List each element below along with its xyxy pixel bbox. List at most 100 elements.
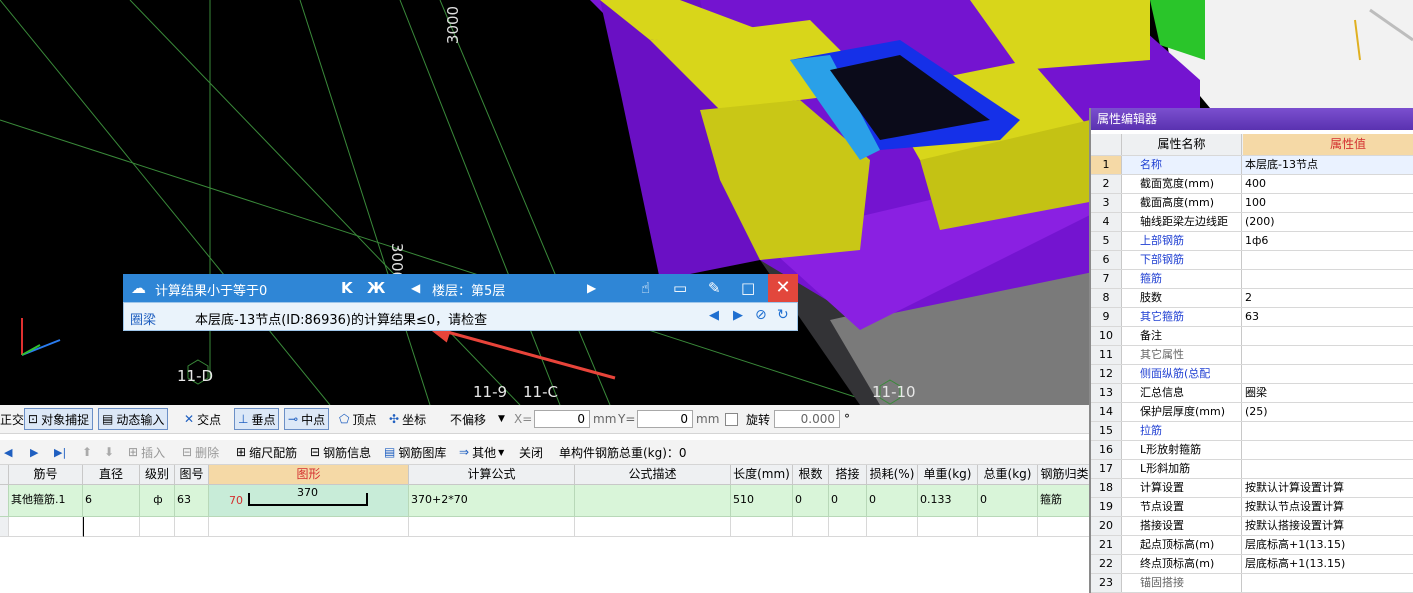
column-header[interactable]: 搭接 bbox=[829, 465, 867, 485]
property-value-header[interactable]: 属性值 bbox=[1243, 134, 1413, 155]
other-menu-button[interactable]: ⇒ 其他 ▼ bbox=[459, 440, 504, 464]
property-value[interactable] bbox=[1243, 422, 1413, 440]
vertex-button[interactable]: ⬠ 顶点 bbox=[339, 405, 376, 433]
property-value[interactable]: 1ф6 bbox=[1243, 232, 1413, 250]
dynamic-input-button[interactable]: ▤ 动态输入 bbox=[98, 405, 169, 433]
hand-icon[interactable]: ☝ bbox=[641, 278, 650, 298]
empty-cell[interactable] bbox=[978, 517, 1038, 537]
prev-floor-icon[interactable]: ◀ bbox=[411, 278, 420, 298]
cell-unit-weight[interactable]: 0.133 bbox=[918, 485, 978, 517]
first-record-icon[interactable]: ◀ bbox=[4, 440, 12, 464]
maximize-icon[interactable]: □ bbox=[741, 278, 755, 298]
calc-category[interactable]: 圈梁 bbox=[130, 309, 156, 328]
property-value[interactable] bbox=[1243, 251, 1413, 269]
property-row[interactable]: 1 名称 本层底-13节点 bbox=[1091, 156, 1413, 175]
property-row[interactable]: 16 L形放射箍筋 bbox=[1091, 441, 1413, 460]
delete-button[interactable]: ⊟ 删除 bbox=[182, 440, 219, 464]
midpoint-button[interactable]: ⊸ 中点 bbox=[284, 405, 330, 433]
next-record-icon[interactable]: ▶ bbox=[30, 440, 38, 464]
empty-cell[interactable] bbox=[867, 517, 918, 537]
column-header[interactable]: 钢筋归类 bbox=[1038, 465, 1092, 485]
x-input[interactable]: 0 bbox=[534, 410, 590, 428]
property-row[interactable]: 2 截面宽度(mm) 400 bbox=[1091, 175, 1413, 194]
close-icon[interactable]: ✕ bbox=[768, 274, 798, 302]
property-value[interactable]: 本层底-13节点 bbox=[1243, 156, 1413, 174]
cell-diameter[interactable]: 6 bbox=[83, 485, 140, 517]
empty-cell[interactable] bbox=[918, 517, 978, 537]
column-header[interactable]: 直径(mm) bbox=[83, 465, 140, 500]
property-row[interactable]: 20 搭接设置 按默认搭接设置计算 bbox=[1091, 517, 1413, 536]
property-value[interactable]: 按默认计算设置计算 bbox=[1243, 479, 1413, 497]
property-value[interactable]: 63 bbox=[1243, 308, 1413, 326]
refresh-icon[interactable]: ↻ bbox=[777, 307, 789, 323]
first-result-icon[interactable]: K bbox=[341, 278, 353, 298]
column-header[interactable]: 计算公式 bbox=[409, 465, 575, 485]
column-header[interactable]: 图号 bbox=[175, 465, 209, 485]
property-value[interactable] bbox=[1243, 270, 1413, 288]
rebar-info-button[interactable]: ⊟ 钢筋信息 bbox=[310, 440, 371, 464]
comment-icon[interactable]: ▭ bbox=[673, 278, 687, 298]
cell-loss[interactable]: 0 bbox=[867, 485, 918, 517]
property-row[interactable]: 10 备注 bbox=[1091, 327, 1413, 346]
empty-cell[interactable] bbox=[1038, 517, 1092, 537]
property-value[interactable] bbox=[1243, 574, 1413, 592]
cell-category[interactable]: 箍筋 bbox=[1038, 485, 1092, 517]
cell-formula[interactable]: 370+2*70 bbox=[409, 485, 575, 517]
property-row[interactable]: ⊟11其它属性 bbox=[1091, 346, 1413, 365]
empty-cell[interactable] bbox=[829, 517, 867, 537]
next-floor-icon[interactable]: ▶ bbox=[587, 278, 596, 298]
property-row[interactable]: 17 L形斜加筋 bbox=[1091, 460, 1413, 479]
empty-cell[interactable] bbox=[175, 517, 209, 537]
property-value[interactable] bbox=[1243, 460, 1413, 478]
property-value[interactable]: 按默认节点设置计算 bbox=[1243, 498, 1413, 516]
last-record-icon[interactable]: ▶| bbox=[54, 440, 66, 464]
property-value[interactable]: (200) bbox=[1243, 213, 1413, 231]
property-row[interactable]: 21 起点顶标高(m) 层底标高+1(13.15) bbox=[1091, 536, 1413, 555]
property-row[interactable]: 6 下部钢筋 bbox=[1091, 251, 1413, 270]
cell-total-weight[interactable]: 0 bbox=[978, 485, 1038, 517]
empty-cell[interactable] bbox=[575, 517, 731, 537]
empty-cell[interactable] bbox=[409, 517, 575, 537]
cell-length[interactable]: 510 bbox=[731, 485, 793, 517]
column-header[interactable]: 损耗(%) bbox=[867, 465, 918, 485]
close-button[interactable]: 关闭 bbox=[519, 440, 543, 464]
property-row[interactable]: 12 侧面纵筋(总配 bbox=[1091, 365, 1413, 384]
cell-grade[interactable]: ф bbox=[140, 485, 175, 517]
property-row[interactable]: 19 节点设置 按默认节点设置计算 bbox=[1091, 498, 1413, 517]
empty-cell[interactable] bbox=[793, 517, 829, 537]
empty-cell[interactable] bbox=[731, 517, 793, 537]
property-value[interactable]: 层底标高+1(13.15) bbox=[1243, 536, 1413, 554]
move-down-icon[interactable]: ⬇ bbox=[104, 440, 114, 464]
property-row[interactable]: 3 截面高度(mm) 100 bbox=[1091, 194, 1413, 213]
ortho-button[interactable]: 正交 bbox=[0, 405, 24, 433]
intersect-button[interactable]: ✕ 交点 bbox=[184, 405, 221, 433]
property-row[interactable]: 7 箍筋 bbox=[1091, 270, 1413, 289]
property-row[interactable]: 22 终点顶标高(m) 层底标高+1(13.15) bbox=[1091, 555, 1413, 574]
property-row[interactable]: 9 其它箍筋 63 bbox=[1091, 308, 1413, 327]
property-value[interactable]: 按默认搭接设置计算 bbox=[1243, 517, 1413, 535]
property-row[interactable]: ⊞23锚固搭接 bbox=[1091, 574, 1413, 593]
cell-lap[interactable]: 0 bbox=[829, 485, 867, 517]
cell-name[interactable]: 其他箍筋.1 bbox=[9, 485, 83, 517]
coordinate-button[interactable]: ✣ 坐标 bbox=[389, 405, 426, 433]
rotate-checkbox[interactable]: 旋转 bbox=[725, 405, 770, 433]
insert-button[interactable]: ⊞ 插入 bbox=[128, 440, 165, 464]
property-row[interactable]: 18 计算设置 按默认计算设置计算 bbox=[1091, 479, 1413, 498]
edit-icon[interactable]: ✎ bbox=[708, 278, 721, 298]
scale-rebar-button[interactable]: ⊞ 缩尺配筋 bbox=[236, 440, 297, 464]
move-up-icon[interactable]: ⬆ bbox=[82, 440, 92, 464]
property-row[interactable]: 5 上部钢筋 1ф6 bbox=[1091, 232, 1413, 251]
column-header[interactable]: 单重(kg) bbox=[918, 465, 978, 485]
property-value[interactable] bbox=[1243, 441, 1413, 459]
property-row[interactable]: 4 轴线距梁左边线距 (200) bbox=[1091, 213, 1413, 232]
empty-cell[interactable] bbox=[9, 517, 83, 537]
last-result-icon[interactable]: Ж bbox=[367, 278, 385, 298]
prev-item-icon[interactable]: ◀ bbox=[709, 308, 719, 323]
cell-count[interactable]: 0 bbox=[793, 485, 829, 517]
empty-cell[interactable] bbox=[140, 517, 175, 537]
property-value[interactable]: (25) bbox=[1243, 403, 1413, 421]
property-value[interactable] bbox=[1243, 365, 1413, 383]
property-value[interactable]: 圈梁 bbox=[1243, 384, 1413, 402]
property-editor-title[interactable]: 属性编辑器 bbox=[1091, 108, 1413, 130]
empty-cell[interactable] bbox=[209, 517, 409, 537]
